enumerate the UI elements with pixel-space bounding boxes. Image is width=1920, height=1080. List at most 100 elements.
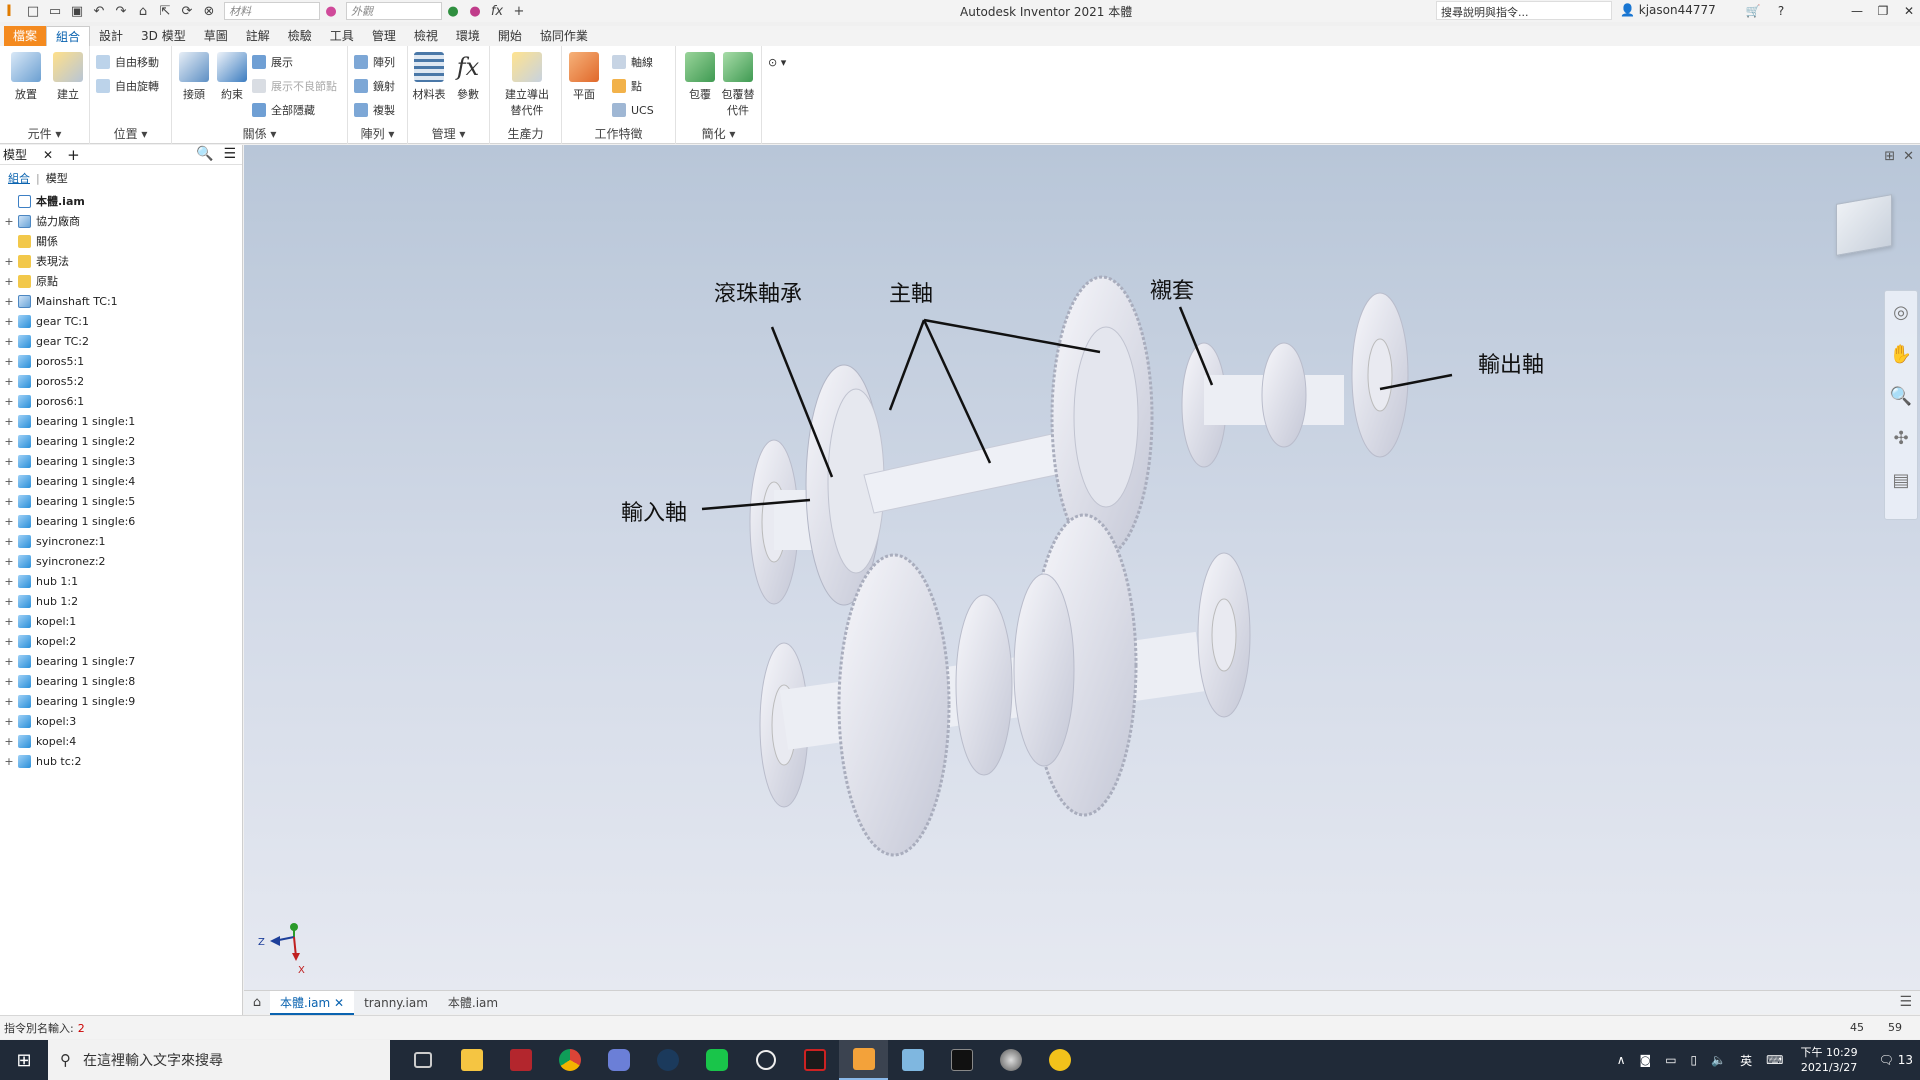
- material-icon[interactable]: ⊗: [198, 1, 220, 21]
- notifications-icon[interactable]: 🗨 13: [1879, 1053, 1913, 1067]
- expand-icon[interactable]: +: [4, 635, 14, 648]
- browser-node[interactable]: + hub 1:2: [4, 591, 242, 611]
- copy-button[interactable]: 複製: [354, 100, 395, 120]
- menu-icon[interactable]: ☰: [223, 146, 236, 162]
- panel-label[interactable]: 元件 ▾: [0, 125, 89, 142]
- menu-icon[interactable]: ☰: [1899, 994, 1912, 1010]
- ime-indicator[interactable]: 英: [1740, 1052, 1752, 1069]
- browser-node[interactable]: + hub 1:1: [4, 571, 242, 591]
- expand-icon[interactable]: +: [4, 475, 14, 488]
- expand-icon[interactable]: +: [4, 355, 14, 368]
- tab-3d-model[interactable]: 3D 模型: [132, 26, 195, 46]
- expand-icon[interactable]: +: [4, 395, 14, 408]
- browser-node[interactable]: + kopel:3: [4, 711, 242, 731]
- add-browser-icon[interactable]: +: [67, 146, 80, 164]
- expand-icon[interactable]: +: [4, 215, 14, 228]
- discord-icon[interactable]: [594, 1040, 643, 1080]
- mirror-button[interactable]: 鏡射: [354, 76, 395, 96]
- more-options-icon[interactable]: ⊙ ▾: [768, 52, 786, 72]
- tab-assemble[interactable]: 組合: [46, 26, 91, 46]
- windows-start-icon[interactable]: ⊞: [0, 1040, 48, 1080]
- expand-icon[interactable]: +: [4, 275, 14, 288]
- expand-icon[interactable]: +: [4, 315, 14, 328]
- browser-node[interactable]: + gear TC:2: [4, 331, 242, 351]
- expand-icon[interactable]: +: [4, 375, 14, 388]
- browser-node[interactable]: + bearing 1 single:7: [4, 651, 242, 671]
- network-icon[interactable]: ▭: [1665, 1053, 1676, 1067]
- tab-inspect[interactable]: 檢驗: [279, 26, 321, 46]
- chevron-up-icon[interactable]: ∧: [1617, 1053, 1626, 1067]
- expand-icon[interactable]: +: [4, 435, 14, 448]
- update-icon[interactable]: ⟳: [176, 1, 198, 21]
- doc-tab-body[interactable]: 本體.iam: [438, 991, 508, 1015]
- transmission-model[interactable]: [244, 145, 1920, 990]
- browser-title[interactable]: 模型: [3, 146, 27, 163]
- close-icon[interactable]: ✕: [43, 148, 53, 162]
- point-button[interactable]: 點: [612, 76, 642, 96]
- browser-node[interactable]: + bearing 1 single:9: [4, 691, 242, 711]
- tab-tools[interactable]: 工具: [321, 26, 363, 46]
- joint-button[interactable]: 接頭: [174, 52, 214, 102]
- browser-node[interactable]: + kopel:4: [4, 731, 242, 751]
- expand-icon[interactable]: +: [4, 415, 14, 428]
- panel-label[interactable]: 簡化 ▾: [676, 125, 761, 142]
- home-icon[interactable]: ⌂: [132, 1, 154, 21]
- expand-icon[interactable]: +: [4, 295, 14, 308]
- volume-icon[interactable]: 🔈: [1711, 1053, 1726, 1067]
- expand-icon[interactable]: +: [4, 715, 14, 728]
- shrinkwrap-substitute-button[interactable]: 包覆替代件: [718, 52, 758, 118]
- browser-node[interactable]: + bearing 1 single:4: [4, 471, 242, 491]
- expand-icon[interactable]: +: [4, 615, 14, 628]
- search-icon[interactable]: 🔍: [196, 146, 213, 162]
- expand-icon[interactable]: +: [4, 555, 14, 568]
- undo-icon[interactable]: ↶: [88, 1, 110, 21]
- notepad-icon[interactable]: [888, 1040, 937, 1080]
- tab-annotate[interactable]: 註解: [237, 26, 279, 46]
- close-icon[interactable]: ✕: [1896, 0, 1920, 22]
- task-view-icon[interactable]: [398, 1040, 447, 1080]
- garena-icon[interactable]: [790, 1040, 839, 1080]
- tab-collaborate[interactable]: 協同作業: [531, 26, 597, 46]
- inventor-taskbar-icon[interactable]: [839, 1040, 888, 1080]
- chrome-icon[interactable]: [545, 1040, 594, 1080]
- browser-node[interactable]: + syincronez:2: [4, 551, 242, 571]
- expand-icon[interactable]: +: [4, 595, 14, 608]
- free-rotate-button[interactable]: 自由旋轉: [96, 76, 159, 96]
- browser-node[interactable]: + Mainshaft TC:1: [4, 291, 242, 311]
- browser-node[interactable]: + bearing 1 single:8: [4, 671, 242, 691]
- constrain-button[interactable]: 約束: [212, 52, 252, 102]
- open-folder-icon[interactable]: ▭: [44, 1, 66, 21]
- panel-label[interactable]: 陣列 ▾: [348, 125, 407, 142]
- tab-get-started[interactable]: 開始: [489, 26, 531, 46]
- output-shaft-assembly[interactable]: [1181, 292, 1409, 468]
- expand-icon[interactable]: +: [4, 335, 14, 348]
- home-icon[interactable]: ⌂: [244, 995, 270, 1010]
- browser-tab-modeling[interactable]: 模型: [46, 170, 68, 186]
- help-search-input[interactable]: 搜尋說明與指令...: [1436, 1, 1612, 20]
- browser-node[interactable]: + poros5:1: [4, 351, 242, 371]
- xbox-icon[interactable]: [741, 1040, 790, 1080]
- save-icon[interactable]: ▣: [66, 1, 88, 21]
- clear-appearance-icon[interactable]: ●: [464, 1, 486, 21]
- place-button[interactable]: 放置: [6, 52, 46, 102]
- expand-icon[interactable]: +: [4, 655, 14, 668]
- redo-icon[interactable]: ↷: [110, 1, 132, 21]
- derive-button[interactable]: 建立導出替代件: [500, 52, 554, 118]
- user-account[interactable]: 👤 kjason44777: [1620, 3, 1716, 17]
- add-icon[interactable]: +: [508, 1, 530, 21]
- doc-tab-tranny[interactable]: tranny.iam: [354, 991, 438, 1015]
- browser-node[interactable]: + bearing 1 single:5: [4, 491, 242, 511]
- panel-label[interactable]: 關係 ▾: [172, 125, 347, 142]
- browser-node[interactable]: + gear TC:1: [4, 311, 242, 331]
- browser-node[interactable]: + bearing 1 single:2: [4, 431, 242, 451]
- show-button[interactable]: 展示: [252, 52, 293, 72]
- fx-parameters-icon[interactable]: fx: [486, 1, 508, 21]
- close-icon[interactable]: ✕: [334, 996, 344, 1010]
- browser-node[interactable]: + poros6:1: [4, 391, 242, 411]
- expand-icon[interactable]: +: [4, 575, 14, 588]
- shrinkwrap-button[interactable]: 包覆: [680, 52, 720, 102]
- input-shaft-assembly[interactable]: [749, 364, 885, 606]
- hide-all-button[interactable]: 全部隱藏: [252, 100, 315, 120]
- cart-icon[interactable]: 🛒: [1740, 0, 1766, 22]
- keyboard-icon[interactable]: ⌨: [1766, 1053, 1783, 1067]
